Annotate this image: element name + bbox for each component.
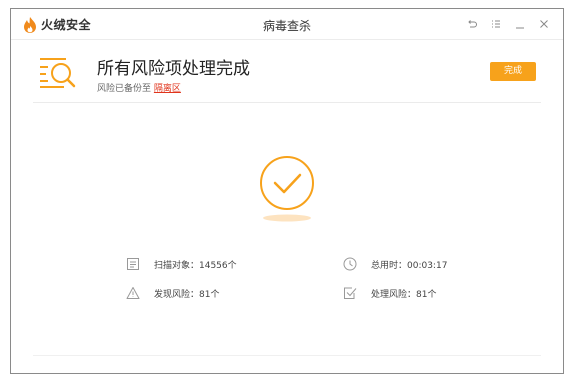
handled-count: 处理风险：81个 xyxy=(371,289,437,300)
quarantine-link[interactable]: 隔离区 xyxy=(154,84,181,94)
menu-button[interactable] xyxy=(485,15,507,33)
menu-icon xyxy=(492,20,500,28)
stat-handled: 处理风险：81个 xyxy=(343,286,436,300)
footer-divider xyxy=(33,355,541,356)
title-bar: 火绒安全 病毒查杀 xyxy=(11,9,563,40)
minimize-button[interactable] xyxy=(509,15,531,33)
scan-document-icon xyxy=(40,58,76,88)
found-count: 发现风险：81个 xyxy=(154,289,220,300)
success-check-icon xyxy=(260,156,314,222)
document-icon xyxy=(127,258,139,270)
backup-note: 风险已备份至 隔离区 xyxy=(97,81,181,94)
backup-prefix: 风险已备份至 xyxy=(97,84,152,94)
minimize-icon xyxy=(516,27,524,29)
window-controls xyxy=(459,15,555,33)
checkbox-icon xyxy=(344,287,357,299)
clock-icon xyxy=(343,257,357,271)
close-icon xyxy=(540,20,548,28)
result-header: 所有风险项处理完成 风险已备份至 隔离区 完成 xyxy=(33,51,541,101)
stat-elapsed: 总用时：00:03:17 xyxy=(343,257,447,271)
elapsed-time: 总用时：00:03:17 xyxy=(371,260,448,271)
stat-found: 发现风险：81个 xyxy=(126,286,219,300)
scanned-count: 扫描对象：14556个 xyxy=(154,260,237,271)
header-divider xyxy=(33,102,541,103)
restore-icon xyxy=(468,20,477,28)
close-button[interactable] xyxy=(533,15,555,33)
done-button[interactable]: 完成 xyxy=(490,62,536,81)
app-window: 火绒安全 病毒查杀 所有风险项处理完成 风险已备份至 隔离区 完成 扫描对象：1… xyxy=(10,8,564,374)
stat-scanned: 扫描对象：14556个 xyxy=(126,257,237,271)
restore-button[interactable] xyxy=(461,15,483,33)
page-title: 所有风险项处理完成 xyxy=(97,59,250,79)
warning-icon xyxy=(126,287,140,299)
